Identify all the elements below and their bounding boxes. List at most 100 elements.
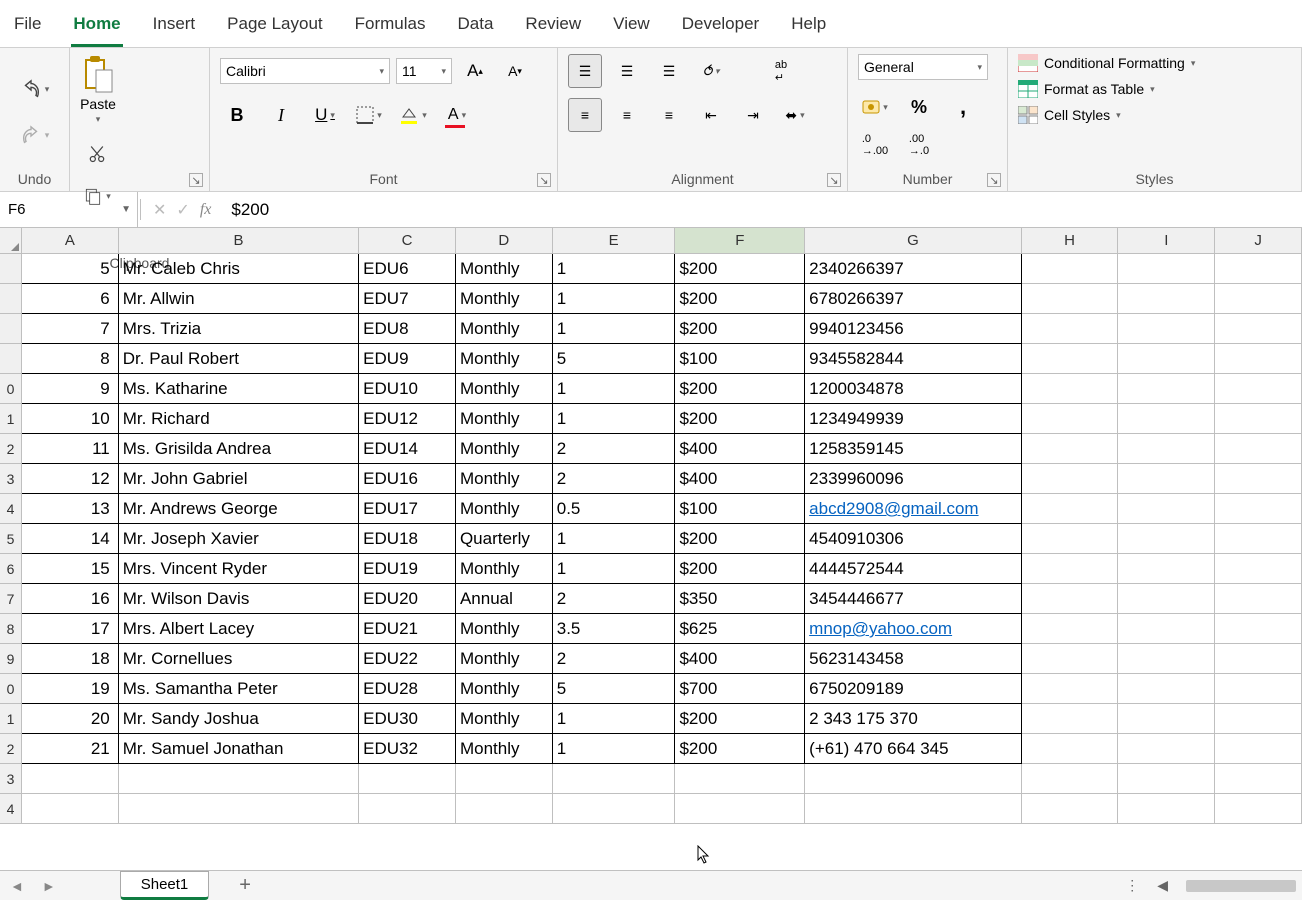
cell[interactable]: Annual	[456, 584, 553, 614]
cell[interactable]	[1215, 524, 1302, 554]
fill-color-button[interactable]	[396, 98, 430, 132]
cell[interactable]	[553, 764, 676, 794]
cell[interactable]: Monthly	[456, 404, 553, 434]
cell[interactable]: Dr. Paul Robert	[119, 344, 359, 374]
cell[interactable]: Ms. Grisilda Andrea	[119, 434, 359, 464]
cell[interactable]: 9	[22, 374, 119, 404]
sheet-options-icon[interactable]: ⋮	[1125, 877, 1139, 894]
cell[interactable]	[1022, 314, 1119, 344]
conditional-formatting-button[interactable]: Conditional Formatting ▾	[1018, 54, 1291, 72]
cell[interactable]	[1022, 374, 1119, 404]
row-header[interactable]: 7	[0, 584, 22, 614]
cell[interactable]: 2	[553, 584, 676, 614]
cell[interactable]	[1118, 254, 1215, 284]
row-header[interactable]: 4	[0, 494, 22, 524]
cell[interactable]	[1022, 644, 1119, 674]
cell[interactable]: $400	[675, 464, 805, 494]
cell[interactable]: 3.5	[553, 614, 676, 644]
cell[interactable]	[1215, 554, 1302, 584]
cell[interactable]: (+61) 470 664 345	[805, 734, 1021, 764]
cell[interactable]	[1215, 794, 1302, 824]
wrap-text-button[interactable]: ab↵	[764, 54, 798, 88]
spreadsheet-grid[interactable]: ABCDEFGHIJ 5Mr. Caleb ChrisEDU6Monthly1$…	[0, 228, 1302, 824]
align-center-button[interactable]: ≡	[610, 98, 644, 132]
menu-view[interactable]: View	[611, 8, 652, 47]
cell-styles-button[interactable]: Cell Styles ▾	[1018, 106, 1291, 124]
cell[interactable]: 3454446677	[805, 584, 1021, 614]
row-header[interactable]: 4	[0, 794, 22, 824]
cell[interactable]: $100	[675, 344, 805, 374]
cell[interactable]	[1215, 614, 1302, 644]
italic-button[interactable]: I	[264, 98, 298, 132]
cell[interactable]: EDU6	[359, 254, 456, 284]
cell[interactable]: 12	[22, 464, 119, 494]
menu-formulas[interactable]: Formulas	[353, 8, 428, 47]
chevron-down-icon[interactable]: ▼	[121, 204, 131, 215]
cell[interactable]: Mr. John Gabriel	[119, 464, 359, 494]
cell[interactable]	[22, 794, 119, 824]
cell[interactable]	[1022, 584, 1119, 614]
dialog-launcher-icon[interactable]: ↘	[987, 173, 1001, 187]
cell[interactable]: 1	[553, 314, 676, 344]
cell[interactable]: Ms. Katharine	[119, 374, 359, 404]
row-header[interactable]	[0, 284, 22, 314]
cell[interactable]: abcd2908@gmail.com	[805, 494, 1021, 524]
cell[interactable]: Monthly	[456, 644, 553, 674]
cell[interactable]: Mr. Cornellues	[119, 644, 359, 674]
cell[interactable]	[1118, 614, 1215, 644]
cell[interactable]	[359, 764, 456, 794]
cell[interactable]	[1118, 494, 1215, 524]
cell[interactable]: Monthly	[456, 434, 553, 464]
cell[interactable]	[1118, 314, 1215, 344]
cell[interactable]: Mr. Andrews George	[119, 494, 359, 524]
cell[interactable]	[1215, 494, 1302, 524]
cell[interactable]	[1118, 644, 1215, 674]
cell[interactable]: Quarterly	[456, 524, 553, 554]
cell[interactable]: EDU20	[359, 584, 456, 614]
cell[interactable]: Monthly	[456, 344, 553, 374]
cell[interactable]: 2 343 175 370	[805, 704, 1021, 734]
cell[interactable]	[1215, 644, 1302, 674]
sheet-nav-prev[interactable]: ◄	[6, 878, 28, 894]
cell[interactable]: EDU21	[359, 614, 456, 644]
row-header[interactable]: 6	[0, 554, 22, 584]
cell[interactable]: 11	[22, 434, 119, 464]
cell[interactable]: 1	[553, 404, 676, 434]
cell[interactable]: Monthly	[456, 494, 553, 524]
cell[interactable]	[1215, 734, 1302, 764]
cell[interactable]: mnop@yahoo.com	[805, 614, 1021, 644]
horizontal-scrollbar[interactable]	[1186, 880, 1296, 892]
decrease-decimal-button[interactable]: .00→.0	[902, 128, 936, 162]
cell[interactable]: $625	[675, 614, 805, 644]
cell[interactable]: 17	[22, 614, 119, 644]
row-header[interactable]: 0	[0, 674, 22, 704]
menu-insert[interactable]: Insert	[151, 8, 198, 47]
cell[interactable]: Monthly	[456, 374, 553, 404]
cell[interactable]: 21	[22, 734, 119, 764]
increase-indent-button[interactable]: ⇥	[736, 98, 770, 132]
cell[interactable]: 4540910306	[805, 524, 1021, 554]
orientation-button[interactable]: ⥀	[694, 54, 728, 88]
cell[interactable]: Mr. Allwin	[119, 284, 359, 314]
paste-button[interactable]: Paste ▾	[80, 54, 116, 125]
cell[interactable]: EDU28	[359, 674, 456, 704]
cell[interactable]: Monthly	[456, 314, 553, 344]
cell[interactable]: Mr. Sandy Joshua	[119, 704, 359, 734]
cell[interactable]: $350	[675, 584, 805, 614]
cell[interactable]	[1022, 704, 1119, 734]
cell[interactable]: Mr. Samuel Jonathan	[119, 734, 359, 764]
cell[interactable]	[1118, 374, 1215, 404]
font-color-button[interactable]: A	[440, 98, 474, 132]
cell[interactable]: 1234949939	[805, 404, 1021, 434]
cell[interactable]: Monthly	[456, 254, 553, 284]
currency-button[interactable]	[858, 90, 892, 124]
cell[interactable]	[1215, 704, 1302, 734]
cell[interactable]	[675, 764, 805, 794]
row-header[interactable]: 3	[0, 764, 22, 794]
cell[interactable]: 13	[22, 494, 119, 524]
cell[interactable]	[456, 764, 553, 794]
cell[interactable]: $200	[675, 314, 805, 344]
cell[interactable]: $200	[675, 404, 805, 434]
font-name-select[interactable]: Calibri▾	[220, 58, 390, 84]
menu-home[interactable]: Home	[71, 8, 122, 47]
